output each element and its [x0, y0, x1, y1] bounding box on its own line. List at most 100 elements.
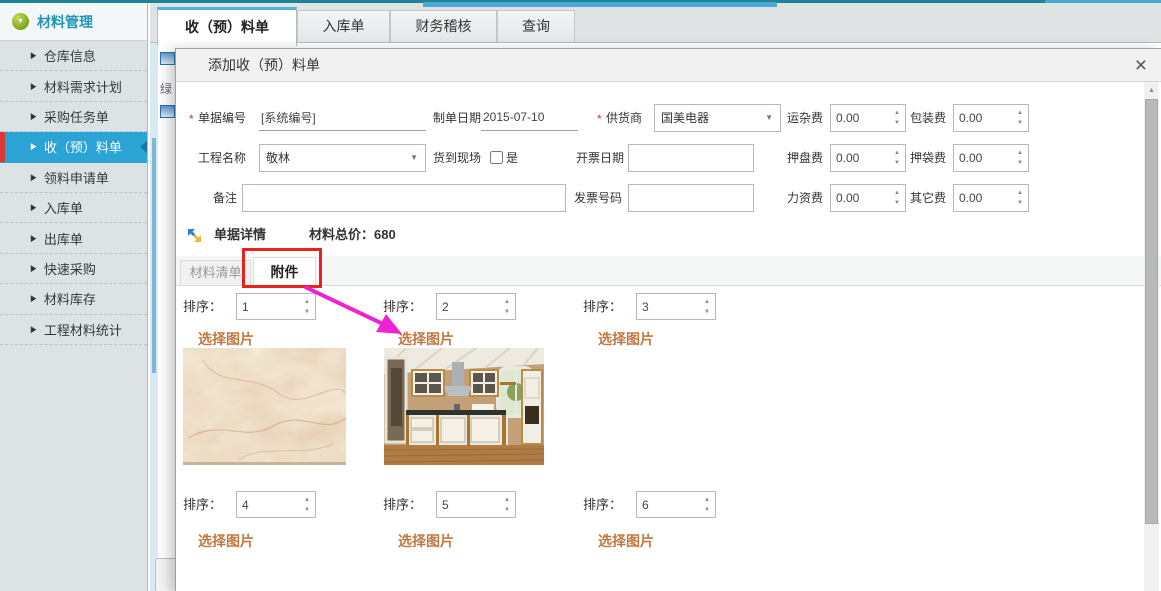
spinner-up-icon[interactable]: ▲ [1017, 188, 1023, 198]
spinner-up-icon[interactable]: ▲ [304, 297, 310, 307]
sidebar-item-warehouse-info[interactable]: ▶仓库信息 [0, 41, 147, 71]
goods-arrived-checkbox[interactable] [490, 151, 503, 164]
sort-input-3[interactable] [638, 295, 688, 318]
sort-label: 排序： [183, 491, 222, 518]
spinner-down-icon[interactable]: ▼ [304, 307, 310, 317]
spinner-down-icon[interactable]: ▼ [894, 118, 900, 128]
dialog-scrollbar[interactable]: ▲ [1144, 82, 1159, 591]
toolbar-window-icon [160, 52, 175, 65]
triangle-right-icon: ▶ [31, 233, 37, 244]
sidebar-item-material-request[interactable]: ▶领料申请单 [0, 163, 147, 193]
bag-deposit-input[interactable] [955, 146, 1001, 170]
attachment-image-kitchen [384, 348, 544, 465]
freight-fee-input[interactable] [832, 106, 878, 130]
sort-label: 排序： [583, 293, 622, 320]
spinner-up-icon[interactable]: ▲ [1017, 148, 1023, 158]
project-name-select-value: 敬林 [266, 145, 290, 171]
tab-finance-audit[interactable]: 财务稽核 [390, 10, 497, 43]
spinner-down-icon[interactable]: ▼ [304, 505, 310, 515]
total-label: 材料总价： [309, 227, 374, 242]
background-scrollbar-thumb[interactable] [155, 558, 177, 591]
sidebar-item-material-stock[interactable]: ▶材料库存 [0, 284, 147, 314]
triangle-right-icon: ▶ [31, 50, 37, 61]
sidebar: ▼ 材料管理 ▶仓库信息 ▶材料需求计划 ▶采购任务单 ▶收（预）料单 ▶领料申… [0, 3, 148, 591]
sort-input-4[interactable] [238, 493, 288, 516]
supplier-select-value: 国美电器 [661, 105, 709, 131]
labor-fee-input[interactable] [832, 186, 878, 210]
spinner-down-icon[interactable]: ▼ [704, 307, 710, 317]
sidebar-item-inbound-order[interactable]: ▶入库单 [0, 193, 147, 223]
spinner-up-icon[interactable]: ▲ [1017, 108, 1023, 118]
sort-label: 排序： [183, 293, 222, 320]
invoice-date-input[interactable] [628, 144, 754, 172]
select-image-link-3[interactable]: 选择图片 [598, 329, 654, 349]
make-date-input[interactable] [481, 104, 578, 131]
tab-receipt-order[interactable]: 收（预）料单 [157, 7, 297, 46]
sidebar-item-quick-purchase[interactable]: ▶快速采购 [0, 254, 147, 284]
other-fee-label: 其它费 [910, 184, 946, 212]
select-image-link-6[interactable]: 选择图片 [598, 531, 654, 551]
select-image-link-5[interactable]: 选择图片 [398, 531, 454, 551]
tab-inbound-order[interactable]: 入库单 [297, 10, 390, 43]
select-image-link-2[interactable]: 选择图片 [398, 329, 454, 349]
order-no-input[interactable] [259, 104, 426, 131]
sort-input-5[interactable] [438, 493, 488, 516]
spinner-down-icon[interactable]: ▼ [704, 505, 710, 515]
spinner-up-icon[interactable]: ▲ [504, 297, 510, 307]
spinner-down-icon[interactable]: ▼ [504, 505, 510, 515]
sidebar-item-receipt-order[interactable]: ▶收（预）料单 [0, 132, 147, 162]
spinner-down-icon[interactable]: ▼ [1017, 158, 1023, 168]
spinner-up-icon[interactable]: ▲ [304, 495, 310, 505]
freight-fee-label: 运杂费 [787, 104, 823, 132]
attachment-image-marble [183, 348, 346, 465]
sidebar-item-material-demand-plan[interactable]: ▶材料需求计划 [0, 71, 147, 101]
spinner-down-icon[interactable]: ▼ [504, 307, 510, 317]
triangle-right-icon: ▶ [31, 263, 37, 274]
sort-input-1[interactable] [238, 295, 288, 318]
background-partial-text: 绿 [160, 80, 173, 97]
spinner-down-icon[interactable]: ▼ [894, 158, 900, 168]
sidebar-item-outbound-order[interactable]: ▶ 出库单 [0, 223, 147, 253]
tab-query[interactable]: 查询 [497, 10, 575, 43]
invoice-no-input[interactable] [628, 184, 754, 212]
sort-stepper-3: ▲▼ [636, 293, 716, 320]
spinner-down-icon[interactable]: ▼ [1017, 198, 1023, 208]
select-image-link-1[interactable]: 选择图片 [198, 329, 254, 349]
expand-detail-icon[interactable] [186, 227, 203, 244]
sort-input-2[interactable] [438, 295, 488, 318]
spinner-up-icon[interactable]: ▲ [704, 495, 710, 505]
spinner-up-icon[interactable]: ▲ [894, 148, 900, 158]
spinner-up-icon[interactable]: ▲ [894, 108, 900, 118]
sort-stepper-6: ▲▼ [636, 491, 716, 518]
packing-fee-input[interactable] [955, 106, 1001, 130]
scroll-up-icon[interactable]: ▲ [1144, 84, 1159, 97]
spinner-up-icon[interactable]: ▲ [504, 495, 510, 505]
spinner-down-icon[interactable]: ▼ [894, 198, 900, 208]
scrollbar-thumb[interactable] [1145, 99, 1158, 524]
sidebar-header[interactable]: ▼ 材料管理 [0, 3, 147, 41]
sidebar-item-label: 出库单 [44, 229, 83, 248]
spinner-up-icon[interactable]: ▲ [894, 188, 900, 198]
packing-fee-label: 包装费 [910, 104, 946, 132]
spinner-down-icon[interactable]: ▼ [1017, 118, 1023, 128]
supplier-select[interactable]: 国美电器 ▼ [654, 104, 781, 132]
add-receipt-dialog: 添加收（预）料单 × * 单据编号 制单日期 * 供货商 国美电器 ▼ 运杂费 … [175, 48, 1161, 591]
tray-deposit-input[interactable] [832, 146, 878, 170]
goods-arrived-label: 货到现场 [433, 144, 481, 172]
triangle-right-icon: ▶ [31, 172, 37, 183]
sort-stepper-4: ▲▼ [236, 491, 316, 518]
project-name-select[interactable]: 敬林 ▼ [259, 144, 426, 172]
sort-label: 排序： [383, 293, 422, 320]
other-fee-input[interactable] [955, 186, 1001, 210]
sidebar-item-project-material-stats[interactable]: ▶工程材料统计 [0, 315, 147, 345]
close-icon[interactable]: × [1135, 51, 1147, 80]
other-fee-stepper: ▲▼ [953, 184, 1029, 212]
spinner-up-icon[interactable]: ▲ [704, 297, 710, 307]
select-image-link-4[interactable]: 选择图片 [198, 531, 254, 551]
project-name-label: 工程名称 [198, 144, 246, 172]
sort-input-6[interactable] [638, 493, 688, 516]
remark-input[interactable] [242, 184, 566, 212]
make-date-label: 制单日期 [433, 104, 481, 132]
tab-material-list[interactable]: 材料清单 [180, 260, 251, 286]
sidebar-item-purchase-task[interactable]: ▶采购任务单 [0, 102, 147, 132]
